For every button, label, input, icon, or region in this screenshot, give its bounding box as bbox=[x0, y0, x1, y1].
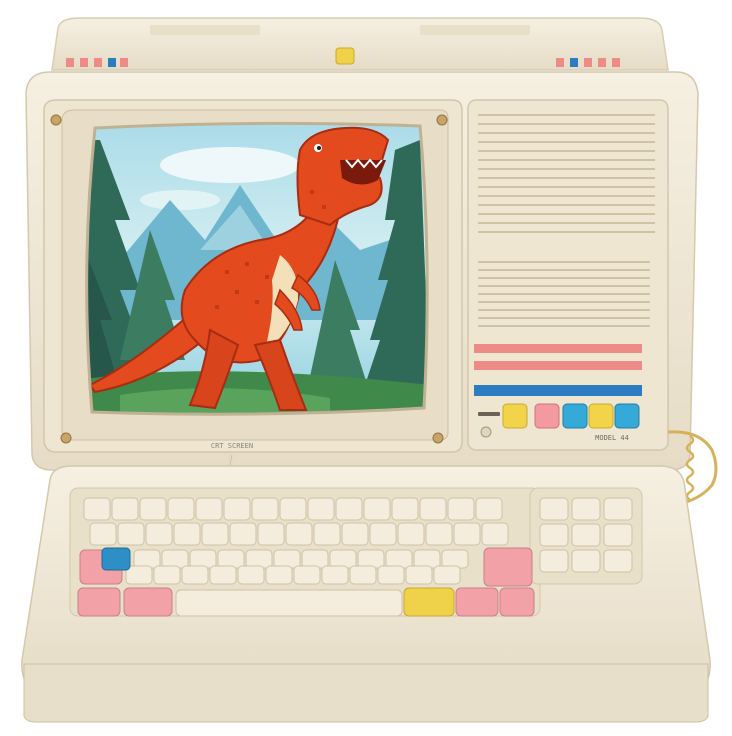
key-pink[interactable] bbox=[455, 587, 499, 617]
retro-computer-scene: CRT SCREEN MODEL 44 bbox=[21, 17, 718, 723]
keyboard-key[interactable] bbox=[313, 522, 341, 546]
power-switch[interactable] bbox=[480, 426, 492, 438]
keyboard-key[interactable] bbox=[161, 549, 189, 569]
numpad-key[interactable] bbox=[539, 549, 569, 573]
keyboard-key[interactable] bbox=[245, 549, 273, 569]
keyboard-key[interactable] bbox=[425, 522, 453, 546]
keyboard-key[interactable] bbox=[419, 497, 447, 521]
keyboard-key[interactable] bbox=[217, 549, 245, 569]
keyboard-key[interactable] bbox=[153, 565, 181, 585]
screen-label: CRT SCREEN bbox=[211, 442, 253, 450]
keyboard-key[interactable] bbox=[279, 497, 307, 521]
keyboard-key[interactable] bbox=[307, 497, 335, 521]
panel-button-yellow[interactable] bbox=[588, 403, 614, 429]
disk-slot[interactable] bbox=[478, 412, 500, 416]
panel-stripe-blue bbox=[474, 385, 642, 396]
key-blue[interactable] bbox=[101, 547, 131, 571]
keyboard-key[interactable] bbox=[453, 522, 481, 546]
keyboard-key[interactable] bbox=[209, 565, 237, 585]
keyboard-key[interactable] bbox=[377, 565, 405, 585]
key-pink[interactable] bbox=[77, 587, 121, 617]
keyboard-key[interactable] bbox=[335, 497, 363, 521]
numpad-key[interactable] bbox=[603, 549, 633, 573]
keyboard-key[interactable] bbox=[369, 522, 397, 546]
keyboard-key[interactable] bbox=[301, 549, 329, 569]
key-pink[interactable] bbox=[123, 587, 173, 617]
model-label: MODEL 44 bbox=[595, 434, 629, 442]
numpad-key[interactable] bbox=[539, 497, 569, 521]
keyboard-key[interactable] bbox=[349, 565, 377, 585]
keyboard-key[interactable] bbox=[385, 549, 413, 569]
screw-icon bbox=[432, 432, 444, 444]
keyboard-key[interactable] bbox=[475, 497, 503, 521]
numpad-keys bbox=[539, 497, 633, 573]
numpad-key[interactable] bbox=[571, 549, 601, 573]
screw-icon bbox=[60, 432, 72, 444]
enter-key[interactable] bbox=[483, 547, 533, 587]
keyboard-key[interactable] bbox=[341, 522, 369, 546]
keyboard-key[interactable] bbox=[195, 497, 223, 521]
keyboard-key[interactable] bbox=[413, 549, 441, 569]
keyboard-key[interactable] bbox=[237, 565, 265, 585]
keyboard-key[interactable] bbox=[357, 549, 385, 569]
crt-screen bbox=[86, 123, 428, 415]
keyboard-key[interactable] bbox=[481, 522, 509, 546]
screw-icon bbox=[50, 114, 62, 126]
keyboard-key[interactable] bbox=[167, 497, 195, 521]
keyboard-key[interactable] bbox=[181, 565, 209, 585]
panel-button-yellow[interactable] bbox=[502, 403, 528, 429]
keyboard-keys bbox=[83, 497, 509, 585]
numpad-key[interactable] bbox=[571, 523, 601, 547]
keyboard-key[interactable] bbox=[111, 497, 139, 521]
keyboard-key[interactable] bbox=[89, 522, 117, 546]
panel-stripe-pink bbox=[474, 361, 642, 370]
panel-stripe-pink bbox=[474, 344, 642, 353]
keyboard-key[interactable] bbox=[321, 565, 349, 585]
keyboard-key[interactable] bbox=[229, 522, 257, 546]
keyboard-key[interactable] bbox=[363, 497, 391, 521]
top-rear-unit bbox=[51, 17, 669, 71]
keyboard-key[interactable] bbox=[139, 497, 167, 521]
keyboard-key[interactable] bbox=[133, 549, 161, 569]
keyboard-key[interactable] bbox=[273, 549, 301, 569]
keyboard-key[interactable] bbox=[265, 565, 293, 585]
panel-button-cyan[interactable] bbox=[562, 403, 588, 429]
numpad-key[interactable] bbox=[603, 523, 633, 547]
key-pink[interactable] bbox=[499, 587, 535, 617]
keyboard-key[interactable] bbox=[201, 522, 229, 546]
keyboard-key[interactable] bbox=[189, 549, 217, 569]
numpad-key[interactable] bbox=[571, 497, 601, 521]
keyboard-key[interactable] bbox=[405, 565, 433, 585]
keyboard-key[interactable] bbox=[285, 522, 313, 546]
keyboard-key[interactable] bbox=[117, 522, 145, 546]
keyboard-key[interactable] bbox=[293, 565, 321, 585]
numpad-key[interactable] bbox=[603, 497, 633, 521]
keyboard-key[interactable] bbox=[223, 497, 251, 521]
keyboard-key[interactable] bbox=[397, 522, 425, 546]
keyboard-key[interactable] bbox=[145, 522, 173, 546]
side-panel: MODEL 44 bbox=[467, 99, 669, 451]
screw-icon bbox=[436, 114, 448, 126]
keyboard-key[interactable] bbox=[83, 497, 111, 521]
keyboard-key[interactable] bbox=[441, 549, 469, 569]
keyboard-key[interactable] bbox=[391, 497, 419, 521]
keyboard-key[interactable] bbox=[433, 565, 461, 585]
keyboard-key[interactable] bbox=[329, 549, 357, 569]
numpad-key[interactable] bbox=[539, 523, 569, 547]
space-bar[interactable] bbox=[175, 589, 403, 617]
panel-button-cyan[interactable] bbox=[614, 403, 640, 429]
key-yellow[interactable] bbox=[403, 587, 455, 617]
keyboard-key[interactable] bbox=[257, 522, 285, 546]
keyboard-key[interactable] bbox=[251, 497, 279, 521]
keyboard-key[interactable] bbox=[125, 565, 153, 585]
panel-button-pink[interactable] bbox=[534, 403, 560, 429]
top-yellow-button[interactable] bbox=[335, 47, 355, 65]
keyboard-key[interactable] bbox=[173, 522, 201, 546]
keyboard-key[interactable] bbox=[447, 497, 475, 521]
